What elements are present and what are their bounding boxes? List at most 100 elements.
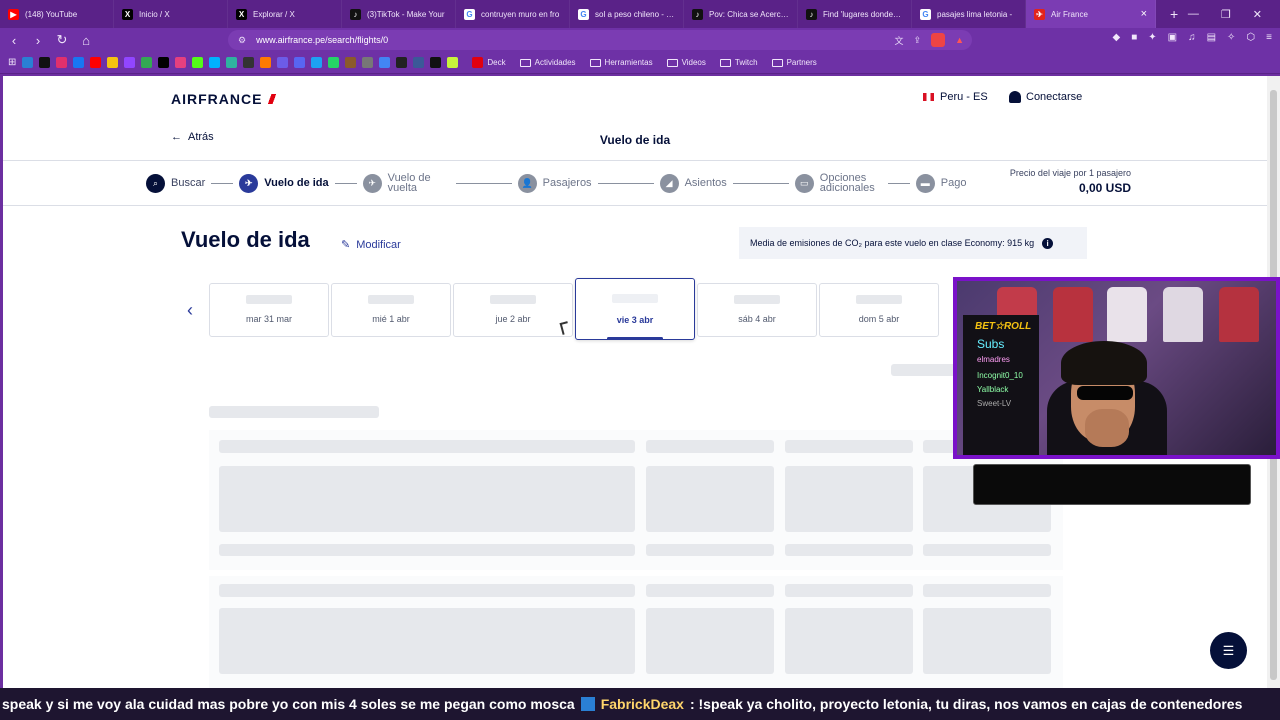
bookmark-favicon[interactable] <box>413 57 425 68</box>
bookmark-favicon[interactable] <box>22 57 34 68</box>
bookmark-favicon[interactable] <box>277 57 289 68</box>
step-1: ✈ Vuelo de ida <box>239 173 329 193</box>
tab[interactable]: ♪ Pov: Chica se Acerca a <box>684 0 798 28</box>
bookmark-folder-actividades[interactable]: Actividades <box>519 58 576 67</box>
extension-icon[interactable]: ◆ <box>1112 32 1120 43</box>
music-icon[interactable]: ♫ <box>1188 32 1196 43</box>
home-icon[interactable]: ⌂ <box>76 33 96 48</box>
wallet-icon[interactable]: ▤ <box>1207 32 1216 43</box>
minimize-icon[interactable]: — <box>1188 8 1199 20</box>
kick-icon[interactable] <box>192 57 204 68</box>
tiktok-icon[interactable] <box>39 57 51 68</box>
chat-button[interactable]: ☰ <box>1210 632 1247 669</box>
forward-arrow-icon[interactable]: › <box>28 33 48 48</box>
bookmark-folder-partners[interactable]: Partners <box>771 58 817 67</box>
menu-icon[interactable]: ≡ <box>1266 32 1272 43</box>
folder-icon <box>771 58 783 67</box>
reload-icon[interactable]: ↻ <box>52 32 72 48</box>
back-arrow-icon[interactable]: ‹ <box>4 33 24 48</box>
bookmark-favicon[interactable] <box>396 57 408 68</box>
login-button[interactable]: Conectarse <box>1009 91 1082 103</box>
tab[interactable]: ▶ (148) YouTube <box>0 0 114 28</box>
date-option[interactable]: vie 3 abr <box>575 278 695 340</box>
apps-grid-icon[interactable]: ⊞ <box>8 57 16 68</box>
skeleton-bar <box>785 544 913 556</box>
bookmark-folder-twitch[interactable]: Twitch <box>719 58 758 67</box>
tab[interactable]: ♪ Find 'lugares donde ha <box>798 0 912 28</box>
vpn-icon[interactable]: ⬡ <box>1246 32 1255 43</box>
bookmark-folder-videos[interactable]: Videos <box>666 58 706 67</box>
tab[interactable]: X Inicio / X <box>114 0 228 28</box>
leo-icon[interactable]: ✧ <box>1227 32 1235 43</box>
youtube-icon[interactable] <box>90 57 102 68</box>
bookmark-favicon[interactable] <box>345 57 357 68</box>
price-label: Precio del viaje por 1 pasajero <box>1009 168 1131 178</box>
new-tab-button[interactable]: + <box>1170 6 1178 22</box>
drive-icon[interactable] <box>141 57 153 68</box>
sidebar-icon[interactable]: ▣ <box>1168 32 1177 43</box>
step-0[interactable]: ⌕ Buscar <box>146 173 205 193</box>
tab[interactable]: Gpasajes lima letonia - <box>912 0 1026 28</box>
bookmark-favicon[interactable] <box>107 57 119 68</box>
bookmark-favicon[interactable] <box>447 57 459 68</box>
modify-button[interactable]: ✎ Modificar <box>341 238 401 252</box>
bookmark-favicon[interactable] <box>209 57 221 68</box>
divider <box>3 160 1267 161</box>
airfrance-logo[interactable]: AIRFRANCE <box>171 91 279 107</box>
bookmark-favicon[interactable] <box>328 57 340 68</box>
bookmark-folder-herramientas[interactable]: Herramientas <box>589 58 653 67</box>
x-icon[interactable] <box>158 57 170 68</box>
date-option[interactable]: sáb 4 abr <box>697 283 817 337</box>
date-option[interactable]: mié 1 abr <box>331 283 451 337</box>
date-label: vie 3 abr <box>616 315 654 325</box>
tab[interactable]: Gsol a peso chileno - Go <box>570 0 684 28</box>
date-carousel: mar 31 mar mié 1 abr jue 2 abr vie 3 abr sáb… <box>209 278 939 345</box>
date-option[interactable]: dom 5 abr <box>819 283 939 337</box>
tab-label: (3)TikTok - Make Your <box>367 9 445 19</box>
bookmark-favicon[interactable] <box>430 57 442 68</box>
date-option[interactable]: mar 31 mar <box>209 283 329 337</box>
folder-icon <box>666 58 678 67</box>
discord-icon[interactable] <box>294 57 306 68</box>
tab[interactable]: ♪ (3)TikTok - Make Your <box>342 0 456 28</box>
info-icon[interactable]: i <box>1042 237 1054 249</box>
twitch-icon[interactable] <box>124 57 136 68</box>
tab-active[interactable]: ✈ Air France × <box>1026 0 1156 28</box>
hand-shape <box>1085 409 1129 447</box>
bookmark-favicon[interactable] <box>311 57 323 68</box>
share-icon[interactable]: ⇪ <box>914 35 922 46</box>
locale-selector[interactable]: Peru - ES <box>923 91 988 103</box>
date-option[interactable]: jue 2 abr <box>453 283 573 337</box>
step-6: ▬ Pago <box>915 173 966 193</box>
tab[interactable]: X Explorar / X <box>228 0 342 28</box>
tab-label: Find 'lugares donde ha <box>823 9 903 19</box>
step-connector <box>211 182 234 184</box>
skeleton-bar <box>646 440 774 453</box>
bookmark-favicon[interactable] <box>260 57 272 68</box>
site-settings-icon[interactable]: ⚙ <box>238 35 246 46</box>
price-skeleton <box>368 295 414 304</box>
bookmark-favicon[interactable] <box>379 57 391 68</box>
bookmark-favicon[interactable] <box>362 57 374 68</box>
restore-icon[interactable]: ❐ <box>1221 8 1231 21</box>
bookmark-favicon[interactable] <box>226 57 238 68</box>
close-window-icon[interactable]: ✕ <box>1253 8 1262 21</box>
bookmark-deck[interactable]: Deck <box>472 57 506 68</box>
rewards-icon[interactable]: ▲ <box>955 35 964 45</box>
tab[interactable]: Gcontruyen muro en fro <box>456 0 570 28</box>
facebook-icon[interactable] <box>73 57 85 68</box>
brave-shield-icon[interactable] <box>931 33 946 47</box>
pencil-icon: ✎ <box>341 239 351 251</box>
puzzle-icon[interactable]: ✦ <box>1148 32 1156 43</box>
instagram-icon[interactable] <box>56 57 68 68</box>
x-icon: X <box>122 8 133 20</box>
bookmark-favicon[interactable] <box>175 57 187 68</box>
bookmark-favicon[interactable] <box>243 57 255 68</box>
price-skeleton <box>490 295 536 304</box>
translate-icon[interactable]: 文 <box>895 34 904 47</box>
close-tab-icon[interactable]: × <box>1141 8 1147 20</box>
url-field[interactable]: ⚙ www.airfrance.pe/search/flights/0 文 ⇪ … <box>228 30 972 50</box>
extension-icon[interactable]: ■ <box>1131 32 1137 43</box>
previous-dates-chevron-icon[interactable]: ‹ <box>187 300 193 321</box>
board-line: Sweet-LV <box>977 399 1012 408</box>
